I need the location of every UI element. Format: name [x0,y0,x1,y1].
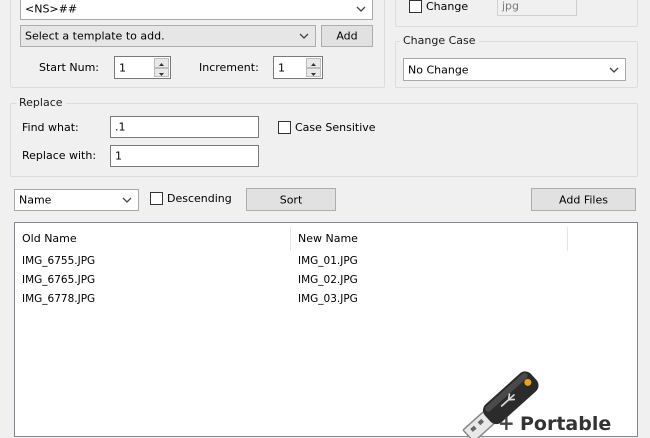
start-num-value: 1 [119,61,126,74]
descending-label: Descending [167,192,232,205]
replace-with-value: 1 [115,149,122,163]
sort-button[interactable]: Sort [246,188,336,211]
change-extension-label: Change [426,0,469,13]
spin-down-icon[interactable] [306,67,321,77]
replace-with-label: Replace with: [22,149,97,162]
chevron-down-icon [299,33,309,39]
template-input-value: <NS>## [25,2,78,15]
template-select[interactable]: Select a template to add. [20,25,316,47]
sort-button-label: Sort [279,193,303,206]
extension-field-value: jpg [502,0,520,13]
extension-field[interactable]: jpg [497,0,577,16]
sort-field-select[interactable]: Name [14,189,139,211]
spin-up-icon[interactable] [154,58,169,68]
old-name-cell: IMG_6765.JPG [22,274,96,286]
increment-spinner[interactable] [306,58,321,77]
chevron-down-icon [122,197,132,203]
replace-with-input[interactable]: 1 [110,145,259,167]
add-files-button[interactable]: Add Files [531,188,636,211]
template-input[interactable]: <NS>## [20,0,373,20]
column-separator[interactable] [567,227,568,251]
start-num-stepper[interactable]: 1 [114,56,171,79]
change-extension-checkbox[interactable] [409,0,422,13]
descending-checkbox[interactable] [150,192,163,205]
new-name-cell: IMG_01.JPG [298,255,358,267]
increment-value: 1 [278,61,285,74]
old-name-cell: IMG_6755.JPG [22,255,96,267]
new-name-cell: IMG_03.JPG [298,293,358,305]
chevron-down-icon [609,67,619,73]
find-what-label: Find what: [22,121,79,134]
change-case-select[interactable]: No Change [403,58,626,81]
start-num-label: Start Num: [39,61,99,74]
new-name-cell: IMG_02.JPG [298,274,358,286]
sort-field-value: Name [19,193,52,207]
chevron-down-icon [356,6,366,12]
find-what-input[interactable]: .1 [110,116,259,138]
case-sensitive-checkbox[interactable] [278,121,291,134]
start-num-spinner[interactable] [154,58,169,77]
change-case-value: No Change [408,63,469,76]
replace-group [10,103,638,177]
change-case-legend: Change Case [400,34,479,47]
replace-legend: Replace [16,96,66,109]
spin-up-icon[interactable] [306,58,321,68]
file-list[interactable]: Old Name New Name IMG_6755.JPG IMG_01.JP… [14,222,638,438]
old-name-cell: IMG_6778.JPG [22,293,96,305]
portable-watermark: Portable [520,413,612,435]
add-template-button[interactable]: Add [321,25,373,47]
add-template-button-label: Add [336,29,358,43]
case-sensitive-label: Case Sensitive [295,121,376,134]
template-select-value: Select a template to add. [25,29,165,43]
find-what-value: .1 [115,120,126,134]
portable-plus: + [498,411,515,435]
add-files-button-label: Add Files [559,193,608,206]
increment-label: Increment: [199,61,259,74]
increment-stepper[interactable]: 1 [273,56,323,79]
spin-down-icon[interactable] [154,67,169,77]
column-separator[interactable] [290,227,291,251]
